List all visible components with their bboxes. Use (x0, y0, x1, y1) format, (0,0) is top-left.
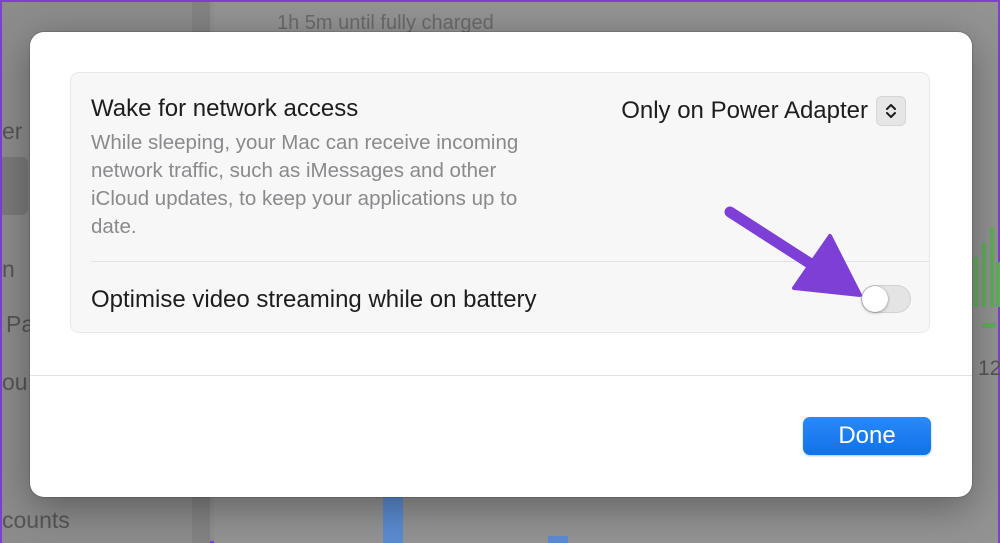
background-sidebar-fragment: ou (2, 369, 28, 395)
background-chart-bar (996, 262, 1000, 307)
video-streaming-toggle[interactable] (861, 285, 911, 313)
background-chart-tick: 12 (978, 357, 1000, 380)
wake-network-description: While sleeping, your Mac can receive inc… (91, 131, 519, 238)
background-sidebar-selection (2, 157, 28, 215)
wake-network-popup-value: Only on Power Adapter (621, 97, 868, 124)
background-chart-bar (383, 497, 403, 543)
chevron-up-down-icon[interactable] (876, 96, 906, 126)
settings-group: Wake for network access While sleeping, … (70, 72, 930, 333)
video-streaming-title: Optimise video streaming while on batter… (91, 286, 537, 313)
background-chart-bar (990, 227, 994, 307)
background-sidebar-fragment: er (2, 118, 23, 144)
done-button[interactable]: Done (803, 417, 931, 455)
footer-divider (30, 375, 972, 376)
background-chart-marker (982, 323, 996, 328)
toggle-knob (862, 286, 888, 312)
background-chart-bar (548, 536, 568, 543)
battery-options-sheet: Wake for network access While sleeping, … (30, 32, 972, 497)
wake-network-title: Wake for network access (91, 95, 359, 122)
background-chart-bar (974, 257, 978, 307)
row-divider (91, 261, 929, 262)
background-chart-bar (982, 242, 986, 307)
background-sidebar-fragment: counts (2, 507, 70, 533)
wake-network-popup[interactable]: Only on Power Adapter (621, 95, 906, 127)
background-sidebar-fragment: n (2, 256, 15, 282)
